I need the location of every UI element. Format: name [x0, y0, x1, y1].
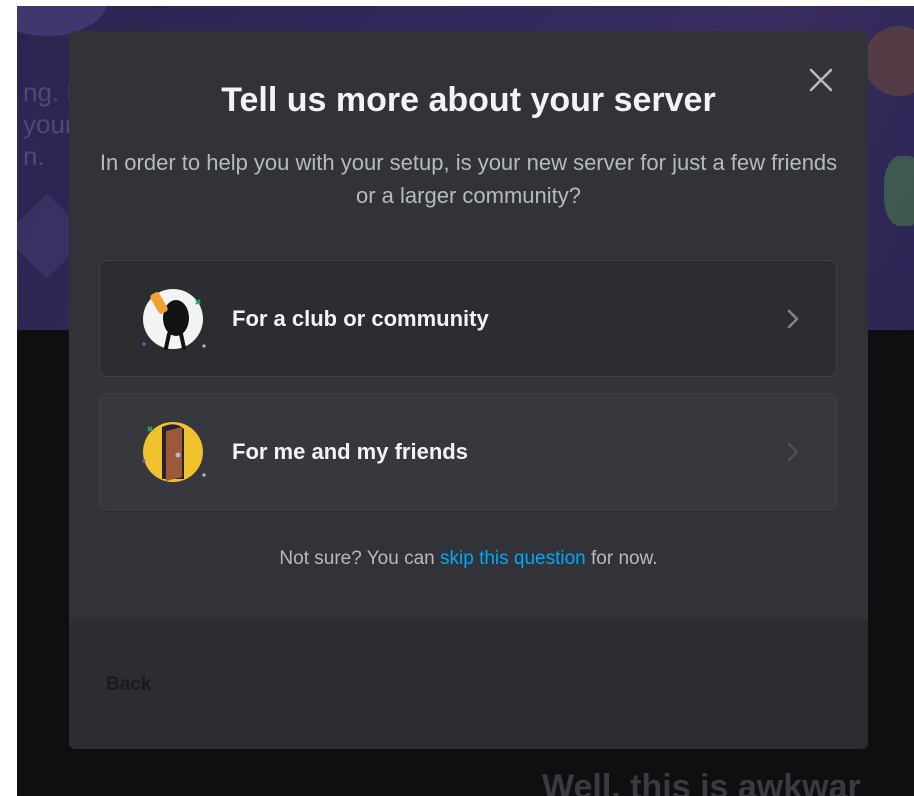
friends-door-icon — [136, 415, 210, 489]
option-label: For a club or community — [232, 305, 489, 331]
chevron-right-icon — [787, 442, 799, 461]
skip-hint: Not sure? You can skip this question for… — [69, 548, 868, 570]
club-community-icon — [136, 282, 210, 356]
option-club-community[interactable]: For a club or community — [99, 260, 837, 377]
modal-title: Tell us more about your server — [221, 81, 716, 119]
skip-hint-suffix: for now. — [585, 548, 658, 569]
background-heading: Well, this is awkwar — [542, 768, 861, 796]
option-label: For me and my friends — [232, 438, 468, 464]
skip-question-link[interactable]: skip this question — [440, 548, 586, 569]
modal-description: In order to help you with your setup, is… — [99, 150, 838, 208]
back-button[interactable]: Back — [106, 674, 151, 696]
background-decoration — [884, 156, 914, 226]
modal-footer: Back — [69, 621, 868, 749]
skip-hint-prefix: Not sure? You can — [279, 548, 440, 569]
option-me-and-friends[interactable]: For me and my friends — [99, 393, 837, 510]
chevron-right-icon — [787, 309, 799, 328]
server-type-modal: Tell us more about your server In order … — [69, 31, 868, 749]
